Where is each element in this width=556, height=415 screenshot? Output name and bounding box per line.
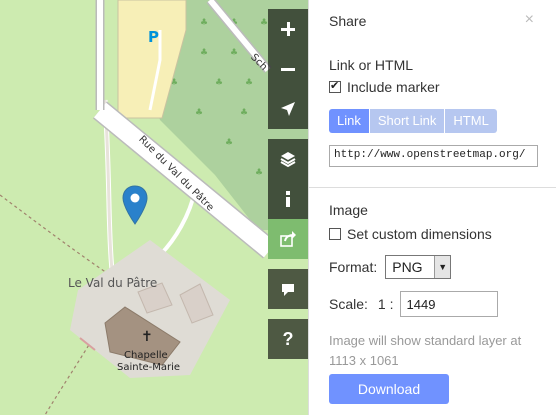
section-divider <box>309 187 556 188</box>
svg-text:♣: ♣ <box>260 18 268 28</box>
share-button[interactable] <box>268 219 308 259</box>
zoom-controls <box>268 9 308 129</box>
help-button[interactable]: ? <box>268 319 308 359</box>
location-arrow-icon <box>281 102 295 116</box>
format-label: Format: <box>329 259 378 275</box>
church-icon: ✝ <box>141 329 153 345</box>
share-panel: Share × Link or HTML Include marker Link… <box>308 0 556 415</box>
add-note-button[interactable] <box>268 269 308 309</box>
zoom-out-button[interactable] <box>268 49 308 89</box>
info-button[interactable] <box>268 179 308 219</box>
map-view[interactable]: ♣ ♣ ♣ ♣ ♣ ♣ ♣ ♣ ♣ ♣ ♣ ♣ P Rue du Val du … <box>0 0 308 415</box>
map-marker-icon[interactable] <box>122 185 148 225</box>
panel-title: Share <box>329 13 367 29</box>
close-icon[interactable]: × <box>525 11 534 29</box>
image-section-label: Image <box>329 202 368 218</box>
svg-text:♣: ♣ <box>225 138 233 148</box>
scale-label: Scale: <box>329 296 368 312</box>
svg-text:♣: ♣ <box>240 108 248 118</box>
scale-row: Scale: 1 : 1449 <box>329 291 498 317</box>
format-row: Format: PNG ▼ <box>329 255 452 279</box>
image-size-hint: Image will show standard layer at 1113 x… <box>329 333 522 368</box>
share-url-field[interactable]: http://www.openstreetmap.org/ <box>329 145 538 167</box>
chevron-down-icon: ▼ <box>434 256 451 278</box>
chapel-label-line1: Chapelle <box>124 350 168 361</box>
parking-label: P <box>148 28 159 46</box>
svg-text:♣: ♣ <box>195 108 203 118</box>
custom-dimensions-row[interactable]: Set custom dimensions <box>329 226 492 242</box>
layers-icon <box>280 152 296 168</box>
svg-text:♣: ♣ <box>200 18 208 28</box>
include-marker-label: Include marker <box>347 79 440 95</box>
custom-dimensions-checkbox[interactable] <box>329 228 341 240</box>
zoom-in-button[interactable] <box>268 9 308 49</box>
tab-short-link[interactable]: Short Link <box>369 109 446 133</box>
map-panel-controls <box>268 139 308 259</box>
link-type-tabs: Link Short Link HTML <box>329 109 497 133</box>
layers-button[interactable] <box>268 139 308 179</box>
format-select[interactable]: PNG ▼ <box>385 255 452 279</box>
include-marker-checkbox[interactable] <box>329 79 341 93</box>
scale-input[interactable]: 1449 <box>399 291 498 317</box>
svg-text:♣: ♣ <box>215 78 223 88</box>
notes-controls <box>268 269 308 309</box>
svg-text:♣: ♣ <box>230 48 238 58</box>
format-select-value: PNG <box>392 259 423 275</box>
comment-icon <box>282 284 294 296</box>
minus-icon <box>281 68 295 71</box>
svg-text:♣: ♣ <box>200 48 208 58</box>
share-icon <box>280 231 296 247</box>
include-marker-row[interactable]: Include marker <box>329 79 440 95</box>
chapel-label-line2: Sainte-Marie <box>117 362 181 373</box>
locate-button[interactable] <box>268 89 308 129</box>
svg-text:♣: ♣ <box>255 168 263 178</box>
scale-prefix: 1 : <box>377 296 394 312</box>
plus-icon <box>281 22 295 36</box>
tab-link[interactable]: Link <box>329 109 370 133</box>
place-label: Le Val du Pâtre <box>68 276 158 290</box>
info-icon <box>286 191 290 207</box>
download-button[interactable]: Download <box>329 374 449 404</box>
svg-text:♣: ♣ <box>245 78 253 88</box>
link-section-label: Link or HTML <box>329 57 414 73</box>
custom-dimensions-label: Set custom dimensions <box>347 226 492 242</box>
tab-html[interactable]: HTML <box>445 109 497 133</box>
help-controls: ? <box>268 319 308 359</box>
